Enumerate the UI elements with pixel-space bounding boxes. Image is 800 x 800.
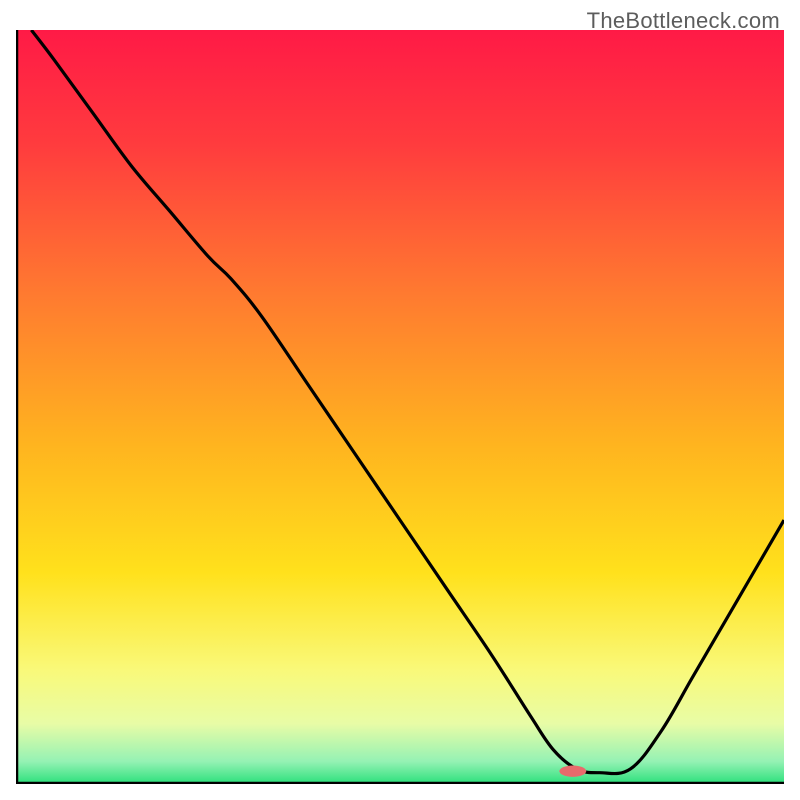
chart-background <box>16 30 784 784</box>
optimal-marker <box>559 766 586 777</box>
bottleneck-chart <box>16 30 784 784</box>
